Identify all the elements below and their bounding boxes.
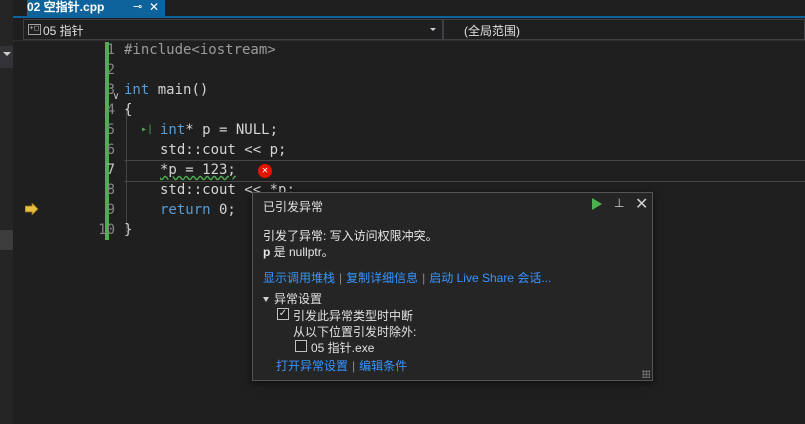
left-panel-strip [0,0,14,424]
tab-file-active[interactable]: 02 空指针.cpp ⊸ ✕ [27,0,165,16]
line-number: 8 [106,182,115,198]
step-marker-icon: ▸| [141,124,154,135]
exception-settings-header[interactable]: 异常设置 [263,290,322,307]
close-icon[interactable]: ✕ [149,0,159,15]
copy-details-link[interactable]: 复制详细信息 [346,271,418,285]
line-number: 1 [106,42,115,58]
line-number: 9 [106,202,115,218]
continue-play-icon[interactable] [592,198,602,210]
exception-message: 引发了异常: 写入访问权限冲突。 [263,229,438,243]
line-number: 6 [106,142,115,158]
action-links: 显示调用堆栈 | 复制详细信息 | 启动 Live Share 会话... [263,271,552,285]
scope-label: 05 指针 [43,24,84,38]
pin-icon[interactable]: ⊸ [133,0,142,15]
code-line-4: { [124,102,133,118]
break-on-exception-checkbox[interactable]: ✓ [277,308,289,320]
line-number: 2 [106,62,115,78]
navigation-bar: +◻ 05 指针 (全局范围) [13,18,805,41]
pin-icon[interactable]: ⊥ [614,196,624,210]
module-exclude-checkbox[interactable] [295,340,307,352]
code-line-1: #include<iostream> [124,42,276,58]
glyph-margin[interactable] [13,42,40,424]
line-number: 10 [98,222,115,238]
fold-chevron-icon[interactable]: ∨ [113,91,119,102]
code-line-10: } [124,222,133,238]
line-number: 4 [106,102,115,118]
chevron-down-icon [3,52,11,56]
collapse-triangle-icon [263,297,269,303]
code-line-5: int* p = NULL; [160,122,279,138]
resize-grip[interactable] [642,370,650,378]
open-exception-settings-link[interactable]: 打开异常设置 [276,359,348,373]
scope-dropdown[interactable]: +◻ 05 指针 [23,19,443,40]
code-line-7: *p = 123; [160,162,236,178]
fold-guide [126,108,127,232]
line-number: 5 [106,122,115,138]
global-scope-dropdown[interactable]: (全局范围) [443,19,805,40]
break-on-exception-label: 引发此异常类型时中断 [293,309,414,323]
popup-title: 已引发异常 [263,200,324,214]
close-icon[interactable]: ✕ [635,194,648,214]
global-scope-label: (全局范围) [464,24,520,38]
module-name-label: 05 指针.exe [311,341,375,355]
code-line-9: return 0; [160,202,236,218]
exception-popup: 已引发异常 ⊥ ✕ 引发了异常: 写入访问权限冲突。 p 是 nullptr。 … [252,192,653,381]
tab-bar: 02 空指针.cpp ⊸ ✕ [13,0,805,18]
chevron-down-icon [430,28,436,31]
code-line-3: int main() [124,82,209,98]
current-statement-arrow-icon [25,203,39,215]
except-when-thrown-label: 从以下位置引发时除外: [293,325,417,339]
edit-conditions-link[interactable]: 编辑条件 [359,359,407,373]
left-panel-block [0,230,13,250]
footer-links: 打开异常设置 | 编辑条件 [276,359,408,373]
error-icon[interactable]: ✕ [258,164,272,178]
live-share-link[interactable]: 启动 Live Share 会话... [429,271,551,285]
show-call-stack-link[interactable]: 显示调用堆栈 [263,271,335,285]
exception-detail: p 是 nullptr。 [263,245,334,259]
left-dropdown-button[interactable] [0,46,13,68]
tab-title: 02 空指针.cpp [27,0,105,14]
project-icon: +◻ [28,24,41,35]
line-number-current: 7 [106,162,115,178]
line-number: 3 [106,82,115,98]
code-line-6: std::cout << p; [160,142,287,158]
